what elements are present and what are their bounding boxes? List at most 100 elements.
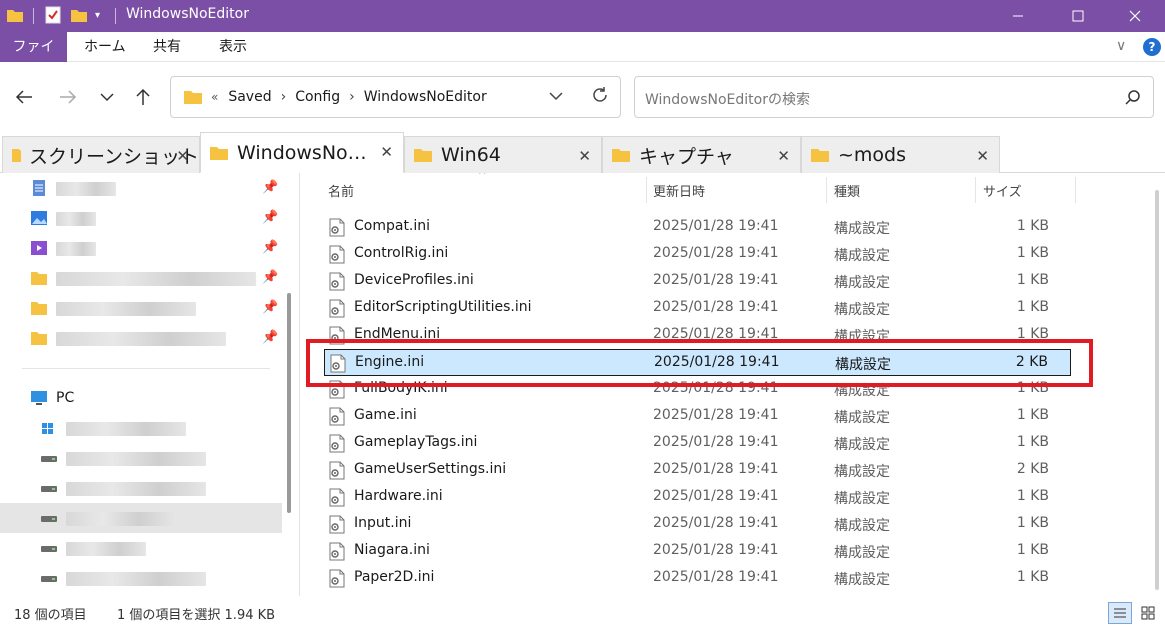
refresh-icon[interactable] [591, 86, 609, 108]
sidebar-item-drive[interactable] [0, 533, 282, 563]
pin-icon[interactable]: 📌 [262, 180, 278, 195]
ini-file-icon [329, 218, 345, 237]
table-row[interactable]: GameplayTags.ini 2025/01/28 19:41 構成設定 1 KB [324, 430, 1071, 457]
sidebar-item-pinned[interactable]: 📌 [0, 323, 282, 353]
table-row[interactable]: Niagara.ini 2025/01/28 19:41 構成設定 1 KB [324, 538, 1071, 565]
file-name: GameplayTags.ini [354, 434, 478, 450]
address-history-chevron-icon[interactable] [549, 89, 563, 105]
table-row[interactable]: Engine.ini 2025/01/28 19:41 構成設定 2 KB [324, 349, 1071, 376]
tab-windowsnoeditor[interactable]: WindowsNo… ✕ [200, 132, 404, 173]
sidebar-item-pinned[interactable]: 📌 [0, 203, 282, 233]
table-row[interactable]: Hardware.ini 2025/01/28 19:41 構成設定 1 KB [324, 484, 1071, 511]
computer-icon [31, 391, 47, 405]
maximize-button[interactable] [1048, 0, 1108, 32]
close-tab-icon[interactable]: ✕ [578, 147, 591, 165]
close-tab-icon[interactable]: ✕ [380, 143, 393, 161]
chevron-right-icon[interactable]: › [349, 89, 355, 105]
ribbon-tab-home[interactable]: ホーム [72, 32, 138, 62]
pin-icon[interactable]: 📌 [262, 270, 278, 285]
table-row[interactable]: Paper2D.ini 2025/01/28 19:41 構成設定 1 KB [324, 565, 1071, 592]
column-name[interactable]: 名前 [328, 181, 354, 200]
back-button[interactable] [11, 84, 37, 110]
pin-icon[interactable]: 📌 [262, 210, 278, 225]
customize-toolbar-chevron-icon[interactable]: ▾ [95, 5, 100, 25]
table-row[interactable]: GameUserSettings.ini 2025/01/28 19:41 構成設定… [324, 457, 1071, 484]
breadcrumb-windowsnoeditor[interactable]: WindowsNoEditor [364, 89, 487, 105]
close-tab-icon[interactable]: ✕ [777, 147, 790, 165]
ini-file-icon [329, 407, 345, 426]
folder-icon [811, 149, 829, 162]
table-row[interactable]: FullBodyIK.ini 2025/01/28 19:41 構成設定 1 KB [324, 376, 1071, 403]
close-tab-icon[interactable]: ✕ [176, 147, 189, 165]
ribbon-tab-share[interactable]: 共有 [141, 32, 193, 62]
search-input[interactable]: WindowsNoEditorの検索 [634, 76, 1154, 118]
file-size: 1 KB [1016, 380, 1049, 396]
column-divider[interactable] [1075, 177, 1076, 203]
table-row[interactable]: EndMenu.ini 2025/01/28 19:41 構成設定 1 KB [324, 322, 1071, 349]
new-folder-icon[interactable] [70, 5, 88, 25]
column-divider[interactable] [975, 177, 976, 203]
sidebar-item-drive[interactable] [0, 503, 282, 533]
table-row[interactable]: Game.ini 2025/01/28 19:41 構成設定 1 KB [324, 403, 1071, 430]
column-type[interactable]: 種類 [834, 181, 860, 200]
tab-mods[interactable]: ~mods ✕ [801, 136, 1000, 173]
sidebar-item-pinned[interactable]: 📌 [0, 173, 282, 203]
breadcrumb-saved[interactable]: Saved [228, 89, 271, 105]
recent-locations-button[interactable] [94, 84, 120, 110]
close-tab-icon[interactable]: ✕ [976, 147, 989, 165]
tab-win64[interactable]: Win64 ✕ [404, 136, 602, 173]
file-size: 1 KB [1016, 569, 1049, 585]
folder-icon[interactable] [6, 7, 24, 23]
pin-icon[interactable]: 📌 [262, 330, 278, 345]
sidebar-item-pc[interactable]: PC [0, 383, 282, 413]
folder-icon [612, 149, 630, 162]
sidebar-scrollbar[interactable] [287, 293, 291, 513]
sidebar-item-drive[interactable] [0, 443, 282, 473]
file-list-scrollbar[interactable] [1155, 190, 1159, 590]
breadcrumb-config[interactable]: Config [295, 89, 340, 105]
column-divider[interactable] [826, 177, 827, 203]
large-icons-view-button[interactable] [1136, 602, 1160, 624]
sidebar-item-drive[interactable] [0, 563, 282, 593]
close-button[interactable] [1105, 0, 1165, 32]
sidebar-item-pinned[interactable]: 📌 [0, 293, 282, 323]
pin-icon[interactable]: 📌 [262, 240, 278, 255]
address-bar[interactable]: « Saved › Config › WindowsNoEditor [170, 76, 621, 118]
tab-screenshot[interactable]: スクリーンショット ✕ [2, 136, 200, 173]
table-row[interactable]: EditorScriptingUtilities.ini 2025/01/28 1… [324, 295, 1071, 322]
ribbon-tab-file[interactable]: ファイル [0, 32, 67, 85]
chevron-down-icon [100, 93, 114, 102]
chevron-right-icon[interactable]: › [281, 89, 287, 105]
column-date[interactable]: 更新日時 [653, 181, 705, 200]
search-icon[interactable] [1125, 89, 1141, 109]
redacted-label [56, 242, 96, 256]
details-view-button[interactable] [1108, 602, 1132, 624]
pin-icon[interactable]: 📌 [262, 300, 278, 315]
tab-capture[interactable]: キャプチャ ✕ [602, 136, 801, 173]
column-size[interactable]: サイズ [983, 181, 1022, 200]
ribbon-tab-view[interactable]: 表示 [207, 32, 259, 62]
minimize-button[interactable] [988, 0, 1048, 32]
sidebar-item-drive[interactable] [0, 413, 282, 443]
arrow-up-icon [136, 88, 150, 105]
table-row[interactable]: DeviceProfiles.ini 2025/01/28 19:41 構成設定 1 … [324, 268, 1071, 295]
ini-file-icon [329, 515, 345, 534]
table-row[interactable]: Input.ini 2025/01/28 19:41 構成設定 1 KB [324, 511, 1071, 538]
sidebar-item-pinned[interactable]: 📌 [0, 263, 282, 293]
redacted-label [56, 302, 196, 316]
file-name: Compat.ini [354, 218, 431, 234]
sidebar-item-drive[interactable] [0, 473, 282, 503]
ini-file-icon [329, 542, 345, 561]
help-icon[interactable]: ? [1143, 38, 1161, 56]
table-row[interactable]: ControlRig.ini 2025/01/28 19:41 構成設定 1 KB [324, 241, 1071, 268]
sidebar-item-pinned[interactable]: 📌 [0, 233, 282, 263]
up-button[interactable] [130, 84, 156, 110]
column-divider[interactable] [646, 177, 647, 203]
table-row[interactable]: Compat.ini 2025/01/28 19:41 構成設定 1 KB [324, 214, 1071, 241]
forward-button[interactable] [55, 84, 81, 110]
properties-icon[interactable] [45, 5, 61, 25]
expand-ribbon-chevron-icon[interactable]: ∨ [1116, 38, 1126, 54]
pictures-icon [31, 211, 47, 225]
file-name: Engine.ini [355, 354, 425, 370]
breadcrumb-overflow[interactable]: « [211, 90, 218, 104]
